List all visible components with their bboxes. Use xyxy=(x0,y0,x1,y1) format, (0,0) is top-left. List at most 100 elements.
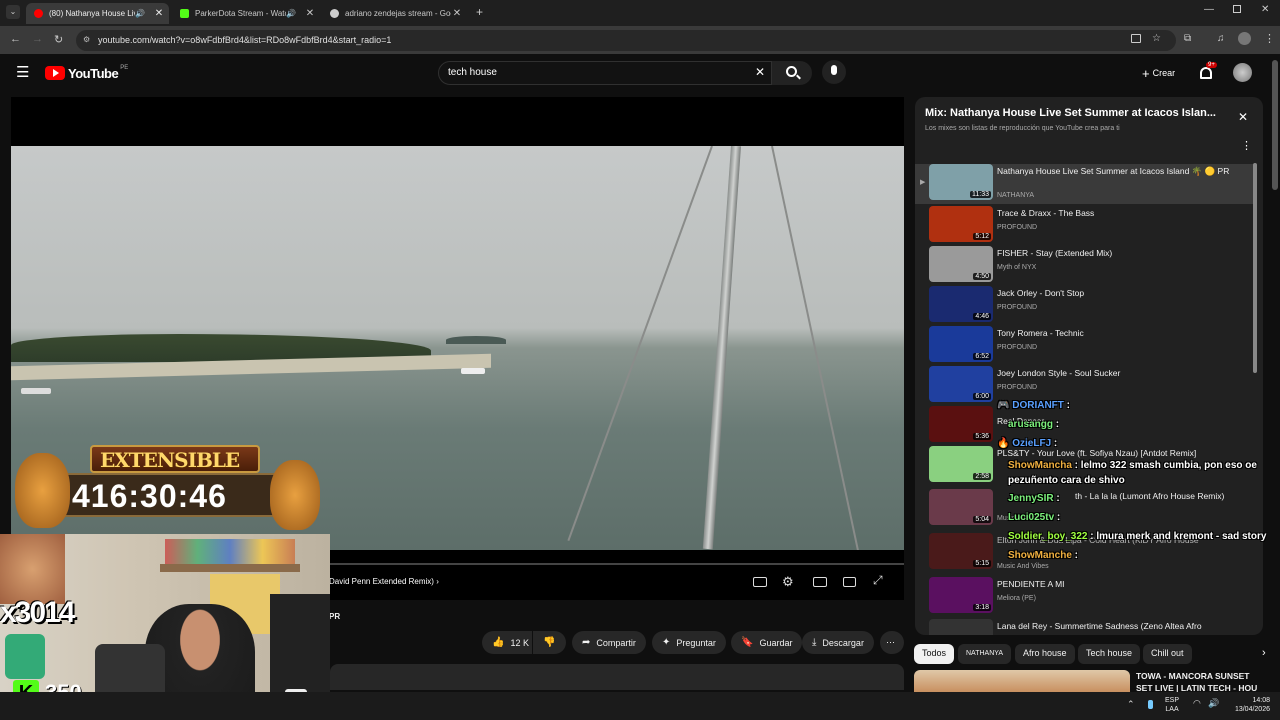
miniplayer-icon[interactable] xyxy=(813,577,827,587)
close-playlist-icon[interactable]: ✕ xyxy=(1238,110,1248,124)
chip-afro-house[interactable]: Afro house xyxy=(1015,644,1075,664)
channel-name-fragment[interactable]: PR xyxy=(329,612,340,621)
restore-icon[interactable] xyxy=(1233,5,1241,13)
create-button[interactable]: + Crear xyxy=(1134,62,1183,84)
playlist-item[interactable]: 5:12 Trace & Draxx - The Bass PROFOUND xyxy=(915,206,1255,246)
item-title: th - La la la (Lumont Afro House Remix) xyxy=(1075,491,1225,501)
webcam-shelf xyxy=(160,564,300,572)
subtitles-icon[interactable] xyxy=(753,577,767,587)
extensions-icon[interactable]: ⧉ xyxy=(1184,33,1191,44)
like-button[interactable]: 👍 12 K xyxy=(482,631,532,654)
tab-kick[interactable]: ParkerDota Stream - Watch 🔊 ✕ xyxy=(172,3,320,24)
kick-favicon-icon xyxy=(180,9,189,18)
hamburger-menu-icon[interactable]: ☰ xyxy=(16,63,29,81)
thumbnail: 4:46 xyxy=(929,286,993,322)
playlist-item[interactable]: 6:00 Joey London Style - Soul Sucker PRO… xyxy=(915,366,1255,406)
playlist-scrollbar[interactable] xyxy=(1253,163,1257,373)
settings-gear-icon[interactable]: ⚙ xyxy=(782,574,794,590)
song-title-label[interactable]: David Penn Extended Remix) › xyxy=(329,577,439,586)
clock-date: 13/04/2026 xyxy=(1234,706,1270,713)
playlist-item[interactable]: 6:52 Tony Romera - Technic PROFOUND xyxy=(915,326,1255,366)
back-icon[interactable]: ← xyxy=(10,33,21,45)
media-control-icon[interactable]: ♫ xyxy=(1217,33,1225,44)
close-tab-icon[interactable]: ✕ xyxy=(304,8,316,19)
chip-tech-house[interactable]: Tech house xyxy=(1078,644,1141,664)
description-box[interactable] xyxy=(330,664,904,690)
minimize-icon[interactable]: — xyxy=(1204,4,1214,15)
speaker-icon[interactable]: 🔊 xyxy=(135,9,145,18)
chat-user: ShowManche xyxy=(1008,550,1072,561)
address-bar: ← → ↻ ⚙ youtube.com/watch?v=o8wFdbfBrd4&… xyxy=(0,26,1280,54)
playlist-panel: Mix: Nathanya House Live Set Summer at I… xyxy=(915,97,1263,635)
playlist-title[interactable]: Mix: Nathanya House Live Set Summer at I… xyxy=(925,107,1225,119)
search-value: tech house xyxy=(448,67,497,78)
close-tab-icon[interactable]: ✕ xyxy=(451,8,463,19)
playlist-item[interactable]: Lana del Rey - Summertime Sadness (Zeno … xyxy=(915,619,1255,635)
download-button[interactable]: ⤓ Descargar xyxy=(802,631,874,654)
voice-search-button[interactable] xyxy=(822,60,846,84)
chips-next-icon[interactable]: › xyxy=(1262,647,1266,659)
playlist-item[interactable]: 4:50 FISHER - Stay (Extended Mix) Myth o… xyxy=(915,246,1255,286)
playlist-menu-icon[interactable]: ⋮ xyxy=(1241,139,1252,152)
tab-youtube[interactable]: (80) Nathanya House Live S 🔊 ✕ xyxy=(26,3,169,24)
stream-timer-overlay: EXTENSIBLE 416:30:46 xyxy=(15,445,325,535)
thumbnail: 5:36 xyxy=(929,406,993,442)
item-title: Tony Romera - Technic xyxy=(997,328,1084,338)
youtube-logo[interactable]: YouTube PE xyxy=(45,65,128,81)
ask-button[interactable]: ✦ Preguntar xyxy=(652,631,726,654)
profile-icon[interactable] xyxy=(1238,32,1251,45)
chip-chill-out[interactable]: Chill out xyxy=(1143,644,1192,664)
item-title: Jack Orley - Don't Stop xyxy=(997,288,1085,298)
tab-google[interactable]: adriano zendejas stream - Goo ✕ xyxy=(322,3,467,24)
playlist-item[interactable]: ▶ 11:33 Nathanya House Live Set Summer a… xyxy=(915,164,1255,204)
item-title: Trace & Draxx - The Bass xyxy=(997,208,1095,218)
volume-icon[interactable]: 🔊 xyxy=(1208,698,1219,709)
thumbnail: 5:12 xyxy=(929,206,993,242)
thumbnail xyxy=(929,619,993,635)
browser-menu-icon[interactable]: ⋮ xyxy=(1264,32,1275,45)
chip-todos[interactable]: Todos xyxy=(914,644,955,664)
duration: 5:12 xyxy=(973,233,991,240)
fullscreen-icon[interactable]: ⤢ xyxy=(873,573,883,588)
save-label: Guardar xyxy=(759,637,793,648)
playlist-item[interactable]: 3:18 PENDIENTE A MI Meliora (PE) xyxy=(915,577,1255,617)
download-label: Descargar xyxy=(822,637,864,648)
tab-list-icon[interactable]: ⌄ xyxy=(6,5,20,19)
item-channel: Music And Vibes xyxy=(997,563,1049,570)
chat-message: ShowManche : xyxy=(1008,550,1079,561)
close-window-icon[interactable]: ✕ xyxy=(1261,4,1269,15)
language-indicator[interactable]: ESP LAA xyxy=(1165,696,1179,714)
search-input[interactable]: tech house xyxy=(438,61,772,85)
bookmark-star-icon[interactable]: ☆ xyxy=(1152,33,1161,44)
share-button[interactable]: ➦ Compartir xyxy=(572,631,646,654)
tray-chevron-icon[interactable]: ⌃ xyxy=(1127,699,1135,710)
clock[interactable]: 14:08 13/04/2026 xyxy=(1226,696,1270,714)
chip-nathanya[interactable]: NATHANYA xyxy=(958,644,1012,664)
dislike-button[interactable]: 👎 xyxy=(533,631,566,654)
site-info-icon[interactable]: ⚙ xyxy=(83,35,90,44)
playlist-item[interactable]: 4:46 Jack Orley - Don't Stop PROFOUND xyxy=(915,286,1255,326)
cast-tv-icon[interactable] xyxy=(843,577,856,587)
reload-icon[interactable]: ↻ xyxy=(54,33,63,46)
close-tab-icon[interactable]: ✕ xyxy=(153,8,165,19)
page-scrollbar[interactable] xyxy=(1272,60,1278,190)
chat-message: Soldier_boy_322 : lmura merk and kremont… xyxy=(1008,531,1267,542)
more-actions-button[interactable]: ⋯ xyxy=(880,631,904,654)
forward-icon[interactable]: → xyxy=(32,33,43,45)
plus-icon: + xyxy=(1142,66,1150,81)
playlist-item[interactable]: 5:36 Real Dancer xyxy=(915,406,1255,446)
save-button[interactable]: 🔖 Guardar xyxy=(731,631,803,654)
recommendation-card[interactable]: TOWA - MANCORA SUNSET SET LIVE | LATIN T… xyxy=(914,670,1274,692)
cast-icon[interactable] xyxy=(1131,34,1141,43)
speaker-icon[interactable]: 🔊 xyxy=(286,9,296,18)
playlist-item[interactable]: 5:04 th - La la la (Lumont Afro House Re… xyxy=(915,489,1255,529)
notifications-button[interactable]: 9+ xyxy=(1198,62,1218,83)
clear-search-icon[interactable]: ✕ xyxy=(755,65,765,79)
search-button[interactable] xyxy=(772,61,812,85)
thumbs-up-icon: 👍 xyxy=(492,637,505,648)
new-tab-button[interactable]: + xyxy=(476,5,483,19)
url-field[interactable]: ⚙ youtube.com/watch?v=o8wFdbfBrd4&list=R… xyxy=(76,30,1176,51)
wifi-icon[interactable]: ◠ xyxy=(1193,698,1201,709)
account-avatar[interactable] xyxy=(1233,63,1252,82)
mic-tray-icon[interactable] xyxy=(1148,700,1153,709)
